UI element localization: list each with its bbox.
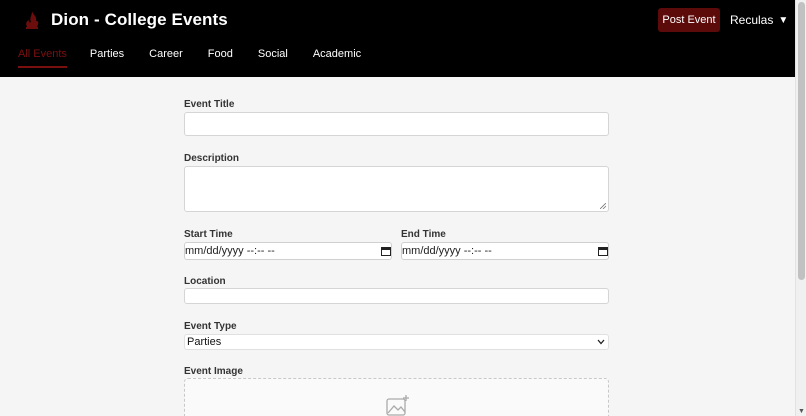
tab-career[interactable]: Career xyxy=(149,48,183,68)
calendar-icon[interactable] xyxy=(598,246,608,256)
event-type-select[interactable]: Parties xyxy=(184,334,609,350)
event-type-selected: Parties xyxy=(187,336,222,348)
tab-academic[interactable]: Academic xyxy=(313,48,361,68)
event-type-label: Event Type xyxy=(184,321,237,332)
calendar-icon[interactable] xyxy=(381,246,391,256)
page-scrollbar[interactable]: ▼ xyxy=(795,0,806,416)
description-textarea[interactable] xyxy=(184,166,609,212)
user-name: Reculas xyxy=(730,13,774,27)
user-menu[interactable]: Reculas ▼ xyxy=(730,13,788,27)
image-add-icon xyxy=(386,395,409,416)
start-time-label: Start Time xyxy=(184,229,233,240)
tab-parties[interactable]: Parties xyxy=(90,48,124,68)
end-time-label: End Time xyxy=(401,229,446,240)
location-label: Location xyxy=(184,276,226,287)
start-time-placeholder: mm/dd/yyyy --:-- -- xyxy=(185,245,275,257)
tab-social[interactable]: Social xyxy=(258,48,288,68)
caret-down-icon: ▼ xyxy=(778,14,789,26)
category-nav: All Events Parties Career Food Social Ac… xyxy=(18,48,361,68)
event-image-label: Event Image xyxy=(184,366,243,377)
chevron-down-icon xyxy=(597,339,605,345)
event-title-input[interactable] xyxy=(184,112,609,136)
brand[interactable]: Dion - College Events xyxy=(22,9,228,31)
tab-all-events[interactable]: All Events xyxy=(18,48,67,68)
location-input[interactable] xyxy=(184,288,609,304)
resize-handle-icon[interactable] xyxy=(600,203,606,209)
end-time-placeholder: mm/dd/yyyy --:-- -- xyxy=(402,245,492,257)
post-event-button[interactable]: Post Event xyxy=(658,8,720,32)
tab-food[interactable]: Food xyxy=(208,48,233,68)
flame-logo-icon xyxy=(22,9,42,31)
start-time-input[interactable]: mm/dd/yyyy --:-- -- xyxy=(184,242,392,260)
top-header: Dion - College Events Post Event Reculas… xyxy=(0,0,795,77)
description-label: Description xyxy=(184,153,240,164)
event-title-label: Event Title xyxy=(184,99,235,110)
end-time-input[interactable]: mm/dd/yyyy --:-- -- xyxy=(401,242,609,260)
scroll-down-arrow-icon[interactable]: ▼ xyxy=(798,408,805,415)
app-title: Dion - College Events xyxy=(51,10,228,29)
scrollbar-thumb[interactable] xyxy=(798,2,805,280)
image-dropzone[interactable] xyxy=(184,378,609,416)
